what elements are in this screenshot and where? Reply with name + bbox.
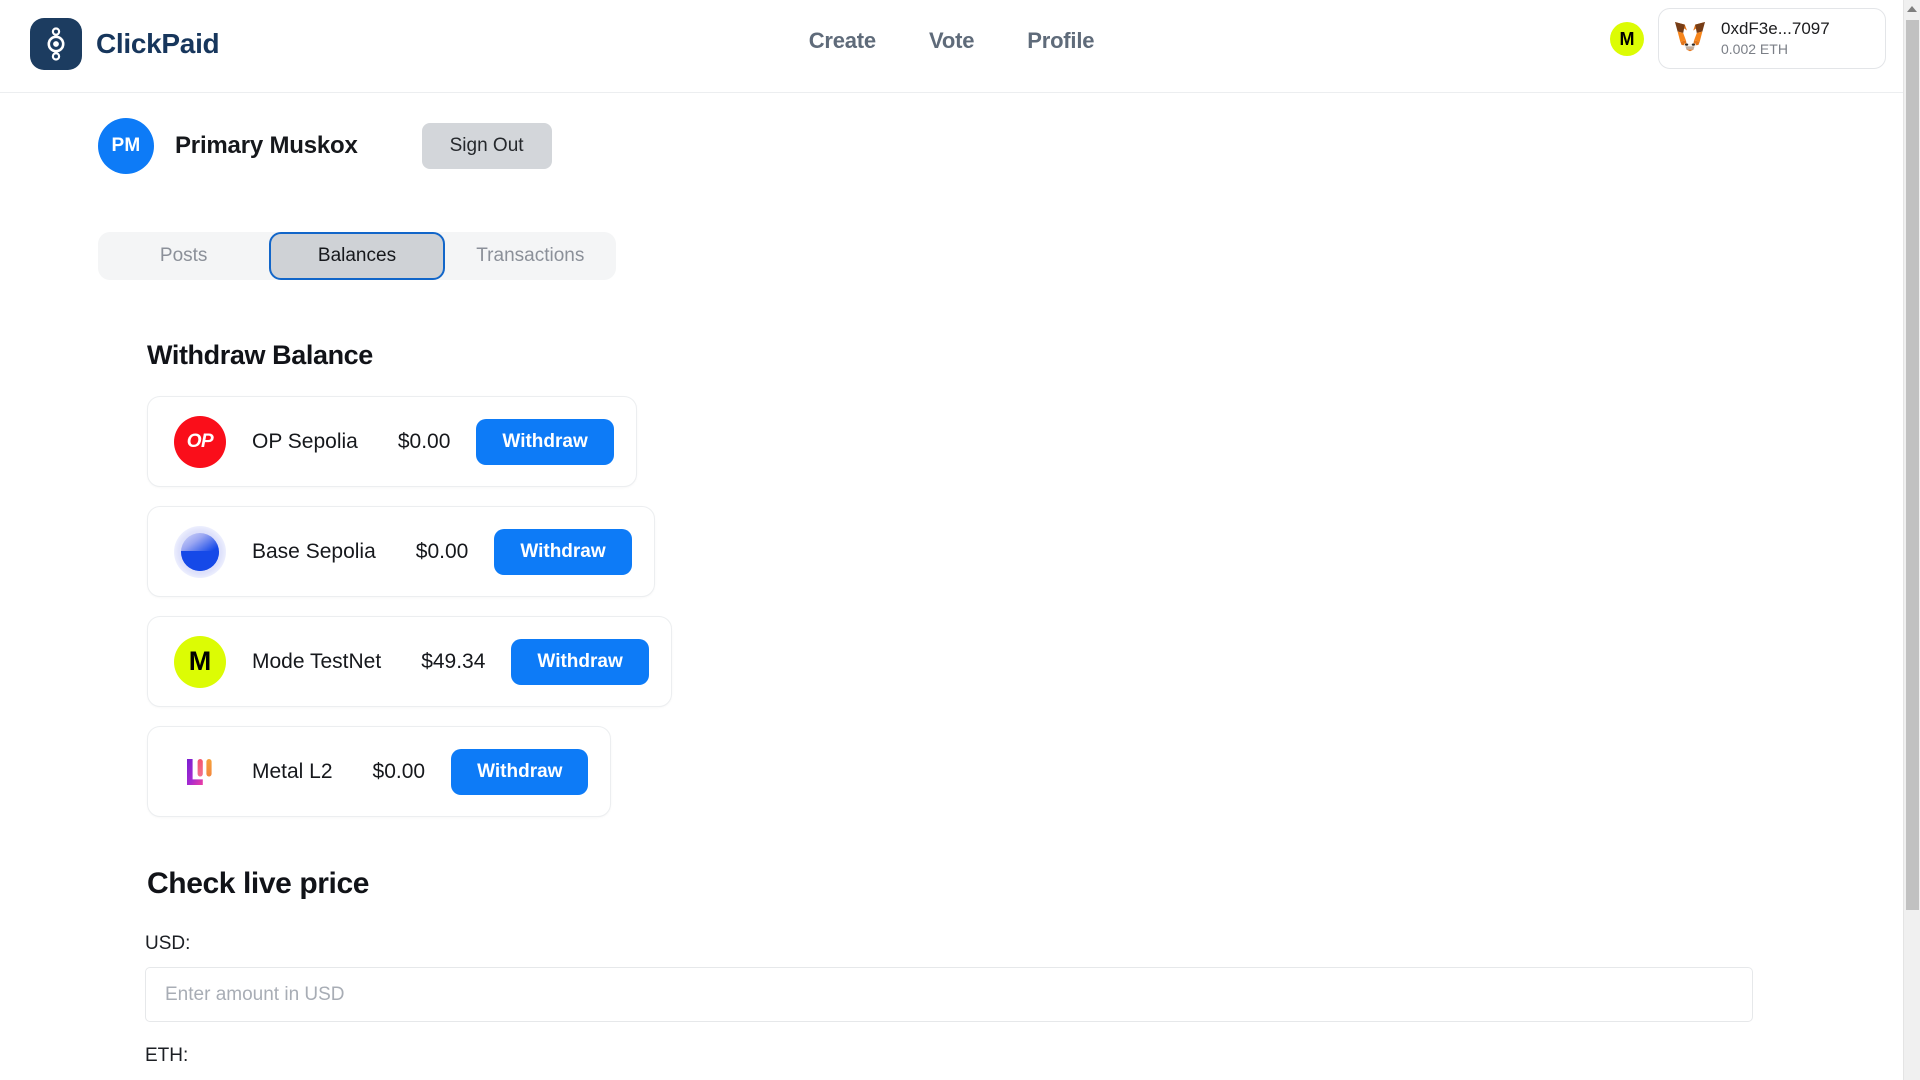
metamask-fox-icon: [1673, 20, 1707, 57]
wallet-address: 0xdF3e...7097: [1721, 19, 1830, 38]
site-header: ClickPaid Create Vote Profile M 0xdF3e..…: [0, 0, 1903, 93]
nav-link-profile[interactable]: Profile: [1027, 28, 1094, 54]
chain-name: Metal L2: [252, 759, 333, 783]
nav-link-vote[interactable]: Vote: [929, 28, 974, 54]
withdraw-button-op-sepolia[interactable]: Withdraw: [476, 418, 614, 465]
withdraw-button-base-sepolia[interactable]: Withdraw: [494, 528, 632, 575]
chain-amount: $0.00: [372, 759, 426, 783]
avatar: PM: [98, 118, 154, 174]
balance-card-base-sepolia: Base Sepolia $0.00 Withdraw: [147, 506, 655, 597]
tab-balances[interactable]: Balances: [269, 232, 445, 280]
balance-card-mode-testnet: M Mode TestNet $49.34 Withdraw: [147, 616, 672, 707]
chain-name: Base Sepolia: [252, 539, 376, 563]
balance-card-op-sepolia: OP OP Sepolia $0.00 Withdraw: [147, 396, 637, 487]
app-root: ClickPaid Create Vote Profile M 0xdF3e..…: [0, 0, 1920, 1080]
withdraw-button-mode-testnet[interactable]: Withdraw: [511, 638, 649, 685]
check-live-price-title: Check live price: [147, 867, 370, 900]
profile-tabs: Posts Balances Transactions: [98, 232, 616, 280]
chain-amount: $49.34: [421, 649, 486, 673]
sign-out-button[interactable]: Sign Out: [421, 123, 552, 169]
tab-posts[interactable]: Posts: [98, 232, 269, 280]
scroll-up-arrow-icon[interactable]: [1904, 0, 1920, 17]
balance-card-list: OP OP Sepolia $0.00 Withdraw Base Sepoli…: [147, 396, 672, 817]
network-badge-mode[interactable]: M: [1610, 21, 1644, 56]
usd-field-label: USD:: [145, 933, 191, 954]
chain-amount: $0.00: [397, 429, 451, 453]
base-sepolia-logo-icon: [174, 525, 226, 578]
op-sepolia-logo-icon: OP: [174, 415, 226, 468]
withdraw-balance-title: Withdraw Balance: [147, 340, 373, 370]
withdraw-button-metal-l2[interactable]: Withdraw: [451, 748, 589, 795]
scrollbar-thumb[interactable]: [1906, 20, 1919, 910]
nav-link-create[interactable]: Create: [809, 28, 876, 54]
chain-name: Mode TestNet: [252, 649, 382, 673]
balance-card-metal-l2: Metal L2 $0.00 Withdraw: [147, 726, 612, 817]
wallet-balance: 0.002 ETH: [1721, 40, 1788, 57]
tab-transactions[interactable]: Transactions: [445, 232, 616, 280]
metal-l2-logo-icon: [174, 746, 226, 798]
page-scrollbar[interactable]: [1903, 0, 1920, 1080]
chain-name: OP Sepolia: [252, 429, 358, 453]
chain-amount: $0.00: [415, 539, 469, 563]
mode-testnet-logo-icon: M: [174, 635, 226, 688]
wallet-area: M 0xdF3e...7097 0.002 ETH: [1610, 8, 1886, 70]
eth-field-label: ETH:: [145, 1045, 189, 1066]
usd-amount-input[interactable]: [145, 967, 1753, 1022]
profile-display-name: Primary Muskox: [175, 132, 358, 159]
wallet-connect-button[interactable]: 0xdF3e...7097 0.002 ETH: [1658, 8, 1886, 70]
page-viewport: ClickPaid Create Vote Profile M 0xdF3e..…: [0, 0, 1903, 1080]
profile-header-row: PM Primary Muskox Sign Out: [98, 118, 552, 174]
